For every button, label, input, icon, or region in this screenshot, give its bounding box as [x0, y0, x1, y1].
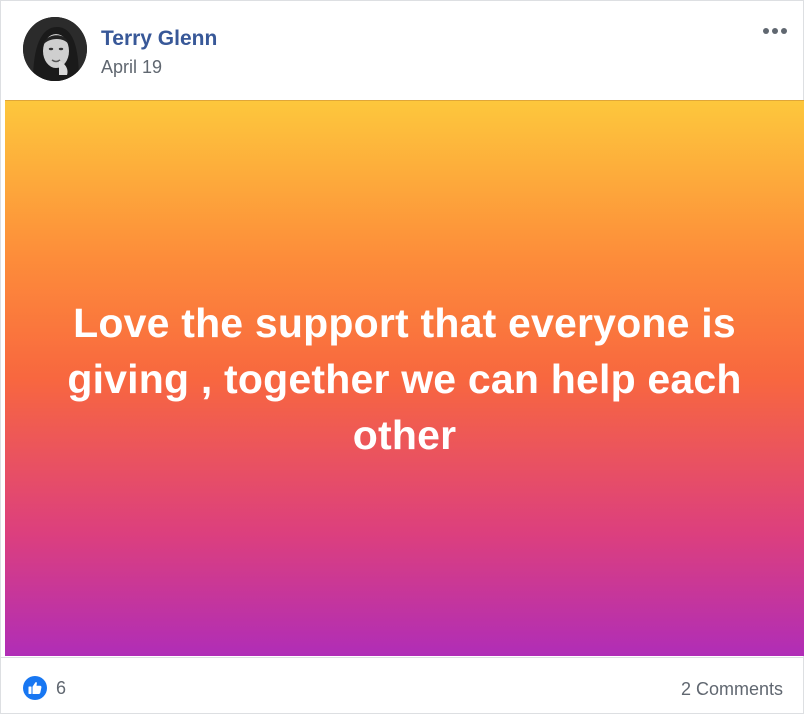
post-card: Terry Glenn April 19 Love the support th… [0, 0, 804, 714]
post-text: Love the support that everyone is giving… [67, 299, 742, 458]
post-header: Terry Glenn April 19 [1, 1, 803, 100]
comments-count-link[interactable]: 2 Comments [681, 678, 783, 700]
post-background: Love the support that everyone is giving… [5, 100, 804, 656]
like-icon [23, 676, 47, 700]
post-date[interactable]: April 19 [101, 56, 162, 78]
reaction-count: 6 [56, 678, 67, 698]
author-name[interactable]: Terry Glenn [101, 27, 217, 51]
post-footer: 6 2 Comments [1, 657, 803, 714]
more-options-button[interactable] [759, 19, 791, 43]
avatar-photo-icon [23, 17, 87, 81]
author-avatar[interactable] [23, 17, 87, 81]
reactions-summary[interactable]: 6 [23, 676, 66, 700]
ellipsis-icon [763, 28, 787, 34]
